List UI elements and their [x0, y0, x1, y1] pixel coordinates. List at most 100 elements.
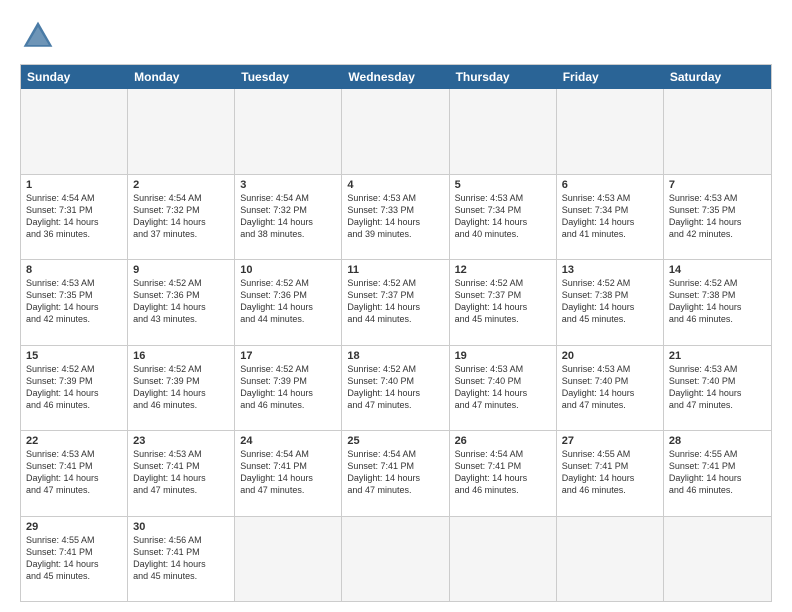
header: [20, 18, 772, 54]
day-number: 1: [26, 179, 122, 191]
cell-sun-info: Sunrise: 4:54 AMSunset: 7:32 PMDaylight:…: [133, 192, 229, 241]
cal-week-row: 22Sunrise: 4:53 AMSunset: 7:41 PMDayligh…: [21, 431, 771, 517]
cell-sun-info: Sunrise: 4:52 AMSunset: 7:39 PMDaylight:…: [133, 363, 229, 412]
cal-cell: 12Sunrise: 4:52 AMSunset: 7:37 PMDayligh…: [450, 260, 557, 345]
cal-cell: 19Sunrise: 4:53 AMSunset: 7:40 PMDayligh…: [450, 346, 557, 431]
cal-cell: 16Sunrise: 4:52 AMSunset: 7:39 PMDayligh…: [128, 346, 235, 431]
cal-cell: 15Sunrise: 4:52 AMSunset: 7:39 PMDayligh…: [21, 346, 128, 431]
cal-header-day: Saturday: [664, 65, 771, 89]
cal-header-day: Friday: [557, 65, 664, 89]
cell-sun-info: Sunrise: 4:53 AMSunset: 7:41 PMDaylight:…: [133, 448, 229, 497]
cell-sun-info: Sunrise: 4:53 AMSunset: 7:35 PMDaylight:…: [669, 192, 766, 241]
cell-sun-info: Sunrise: 4:53 AMSunset: 7:33 PMDaylight:…: [347, 192, 443, 241]
logo: [20, 18, 60, 54]
cell-sun-info: Sunrise: 4:52 AMSunset: 7:39 PMDaylight:…: [240, 363, 336, 412]
day-number: 26: [455, 435, 551, 447]
cell-sun-info: Sunrise: 4:55 AMSunset: 7:41 PMDaylight:…: [562, 448, 658, 497]
day-number: 25: [347, 435, 443, 447]
cal-cell: 8Sunrise: 4:53 AMSunset: 7:35 PMDaylight…: [21, 260, 128, 345]
cell-sun-info: Sunrise: 4:52 AMSunset: 7:39 PMDaylight:…: [26, 363, 122, 412]
cal-header-day: Thursday: [450, 65, 557, 89]
calendar: SundayMondayTuesdayWednesdayThursdayFrid…: [20, 64, 772, 602]
cal-cell: 29Sunrise: 4:55 AMSunset: 7:41 PMDayligh…: [21, 517, 128, 602]
cell-sun-info: Sunrise: 4:52 AMSunset: 7:36 PMDaylight:…: [133, 277, 229, 326]
cal-cell: 10Sunrise: 4:52 AMSunset: 7:36 PMDayligh…: [235, 260, 342, 345]
cal-cell: [128, 89, 235, 174]
day-number: 11: [347, 264, 443, 276]
cal-cell: 24Sunrise: 4:54 AMSunset: 7:41 PMDayligh…: [235, 431, 342, 516]
cal-cell: 13Sunrise: 4:52 AMSunset: 7:38 PMDayligh…: [557, 260, 664, 345]
cell-sun-info: Sunrise: 4:53 AMSunset: 7:34 PMDaylight:…: [562, 192, 658, 241]
cell-sun-info: Sunrise: 4:52 AMSunset: 7:37 PMDaylight:…: [455, 277, 551, 326]
cal-week-row: 15Sunrise: 4:52 AMSunset: 7:39 PMDayligh…: [21, 346, 771, 432]
day-number: 10: [240, 264, 336, 276]
day-number: 7: [669, 179, 766, 191]
cal-cell: 21Sunrise: 4:53 AMSunset: 7:40 PMDayligh…: [664, 346, 771, 431]
day-number: 30: [133, 521, 229, 533]
cal-cell: 7Sunrise: 4:53 AMSunset: 7:35 PMDaylight…: [664, 175, 771, 260]
cal-cell: 14Sunrise: 4:52 AMSunset: 7:38 PMDayligh…: [664, 260, 771, 345]
cell-sun-info: Sunrise: 4:54 AMSunset: 7:41 PMDaylight:…: [347, 448, 443, 497]
cal-cell: 2Sunrise: 4:54 AMSunset: 7:32 PMDaylight…: [128, 175, 235, 260]
cal-cell: 27Sunrise: 4:55 AMSunset: 7:41 PMDayligh…: [557, 431, 664, 516]
cell-sun-info: Sunrise: 4:52 AMSunset: 7:38 PMDaylight:…: [562, 277, 658, 326]
day-number: 17: [240, 350, 336, 362]
calendar-header: SundayMondayTuesdayWednesdayThursdayFrid…: [21, 65, 771, 89]
cell-sun-info: Sunrise: 4:54 AMSunset: 7:41 PMDaylight:…: [455, 448, 551, 497]
cell-sun-info: Sunrise: 4:55 AMSunset: 7:41 PMDaylight:…: [669, 448, 766, 497]
day-number: 5: [455, 179, 551, 191]
day-number: 22: [26, 435, 122, 447]
day-number: 28: [669, 435, 766, 447]
cal-cell: 22Sunrise: 4:53 AMSunset: 7:41 PMDayligh…: [21, 431, 128, 516]
cell-sun-info: Sunrise: 4:52 AMSunset: 7:38 PMDaylight:…: [669, 277, 766, 326]
cal-cell: [235, 517, 342, 602]
day-number: 29: [26, 521, 122, 533]
cell-sun-info: Sunrise: 4:53 AMSunset: 7:40 PMDaylight:…: [455, 363, 551, 412]
cell-sun-info: Sunrise: 4:52 AMSunset: 7:36 PMDaylight:…: [240, 277, 336, 326]
cal-cell: [557, 517, 664, 602]
cal-week-row: 29Sunrise: 4:55 AMSunset: 7:41 PMDayligh…: [21, 517, 771, 602]
cell-sun-info: Sunrise: 4:53 AMSunset: 7:41 PMDaylight:…: [26, 448, 122, 497]
cell-sun-info: Sunrise: 4:54 AMSunset: 7:41 PMDaylight:…: [240, 448, 336, 497]
cal-cell: [450, 89, 557, 174]
day-number: 13: [562, 264, 658, 276]
page: SundayMondayTuesdayWednesdayThursdayFrid…: [0, 0, 792, 612]
day-number: 3: [240, 179, 336, 191]
cell-sun-info: Sunrise: 4:56 AMSunset: 7:41 PMDaylight:…: [133, 534, 229, 583]
cell-sun-info: Sunrise: 4:53 AMSunset: 7:40 PMDaylight:…: [562, 363, 658, 412]
day-number: 4: [347, 179, 443, 191]
day-number: 18: [347, 350, 443, 362]
cal-cell: 30Sunrise: 4:56 AMSunset: 7:41 PMDayligh…: [128, 517, 235, 602]
cal-cell: 20Sunrise: 4:53 AMSunset: 7:40 PMDayligh…: [557, 346, 664, 431]
day-number: 16: [133, 350, 229, 362]
cal-week-row: [21, 89, 771, 175]
cal-cell: 5Sunrise: 4:53 AMSunset: 7:34 PMDaylight…: [450, 175, 557, 260]
cal-cell: 26Sunrise: 4:54 AMSunset: 7:41 PMDayligh…: [450, 431, 557, 516]
day-number: 15: [26, 350, 122, 362]
day-number: 21: [669, 350, 766, 362]
cell-sun-info: Sunrise: 4:54 AMSunset: 7:32 PMDaylight:…: [240, 192, 336, 241]
cal-cell: [235, 89, 342, 174]
cal-cell: [21, 89, 128, 174]
cell-sun-info: Sunrise: 4:52 AMSunset: 7:37 PMDaylight:…: [347, 277, 443, 326]
cal-cell: [342, 517, 449, 602]
cal-cell: 18Sunrise: 4:52 AMSunset: 7:40 PMDayligh…: [342, 346, 449, 431]
day-number: 24: [240, 435, 336, 447]
cal-header-day: Sunday: [21, 65, 128, 89]
cell-sun-info: Sunrise: 4:53 AMSunset: 7:34 PMDaylight:…: [455, 192, 551, 241]
cal-cell: 11Sunrise: 4:52 AMSunset: 7:37 PMDayligh…: [342, 260, 449, 345]
day-number: 19: [455, 350, 551, 362]
cal-cell: [450, 517, 557, 602]
cal-cell: 3Sunrise: 4:54 AMSunset: 7:32 PMDaylight…: [235, 175, 342, 260]
day-number: 14: [669, 264, 766, 276]
cal-cell: [557, 89, 664, 174]
day-number: 20: [562, 350, 658, 362]
cal-header-day: Tuesday: [235, 65, 342, 89]
cal-cell: 1Sunrise: 4:54 AMSunset: 7:31 PMDaylight…: [21, 175, 128, 260]
cal-cell: 23Sunrise: 4:53 AMSunset: 7:41 PMDayligh…: [128, 431, 235, 516]
cal-header-day: Monday: [128, 65, 235, 89]
cal-cell: 6Sunrise: 4:53 AMSunset: 7:34 PMDaylight…: [557, 175, 664, 260]
logo-icon: [20, 18, 56, 54]
cell-sun-info: Sunrise: 4:54 AMSunset: 7:31 PMDaylight:…: [26, 192, 122, 241]
day-number: 27: [562, 435, 658, 447]
